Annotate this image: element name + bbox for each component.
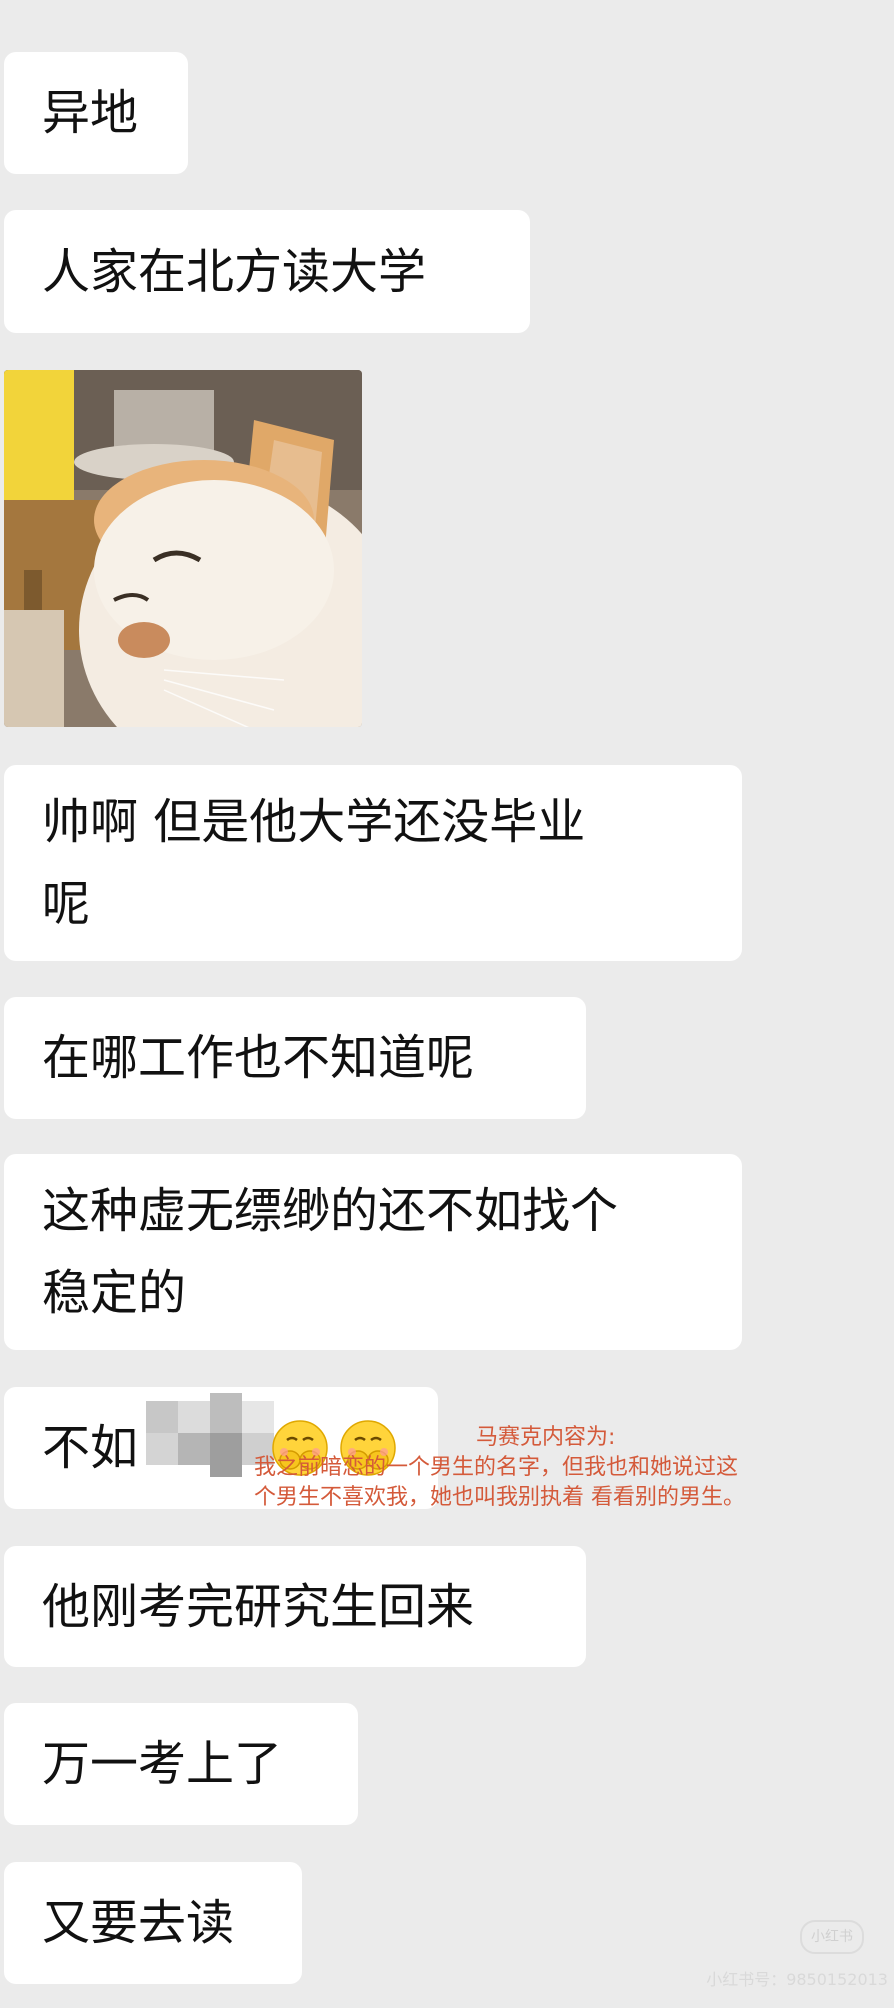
message-bubble-1[interactable]: 异地 — [4, 52, 188, 174]
cat-meme-sticker-icon — [4, 370, 362, 727]
message-bubble-7[interactable]: 他刚考完研究生回来 — [4, 1546, 586, 1667]
message-bubble-2[interactable]: 人家在北方读大学 — [4, 210, 530, 333]
message-text: 这种虚无缥缈的还不如找个 稳定的 — [42, 1183, 619, 1321]
message-text: 帅啊 但是他大学还没毕业 呢 — [42, 794, 586, 932]
annotation-line-1: 我之前暗恋的一个男生的名字，但我也和她说过这 — [254, 1455, 739, 1480]
message-bubble-4[interactable]: 在哪工作也不知道呢 — [4, 997, 586, 1119]
watermark-badge: 小红书 — [800, 1920, 864, 1954]
message-text: 万一考上了 — [42, 1736, 283, 1792]
message-bubble-8[interactable]: 万一考上了 — [4, 1703, 358, 1825]
message-bubble-5[interactable]: 这种虚无缥缈的还不如找个 稳定的 — [4, 1154, 742, 1350]
message-text: 不如 — [42, 1420, 139, 1476]
watermark-text: 小红书号：9850152013 — [706, 1970, 888, 1989]
message-text: 在哪工作也不知道呢 — [42, 1030, 475, 1086]
annotation-title: 马赛克内容为: — [476, 1425, 616, 1450]
message-bubble-3[interactable]: 帅啊 但是他大学还没毕业 呢 — [4, 765, 742, 961]
message-text: 又要去读 — [42, 1895, 235, 1951]
annotation-line-2: 个男生不喜欢我，她也叫我别执着 看看别的男生。 — [254, 1485, 745, 1510]
message-text: 人家在北方读大学 — [42, 243, 427, 300]
message-text: 他刚考完研究生回来 — [42, 1578, 475, 1635]
message-bubble-9[interactable]: 又要去读 — [4, 1862, 302, 1984]
message-text: 异地 — [42, 85, 139, 141]
mosaic-annotation: 马赛克内容为: 我之前暗恋的一个男生的名字，但我也和她说过这 个男生不喜欢我，她… — [254, 1423, 745, 1513]
cat-sticker-image[interactable] — [4, 370, 362, 727]
